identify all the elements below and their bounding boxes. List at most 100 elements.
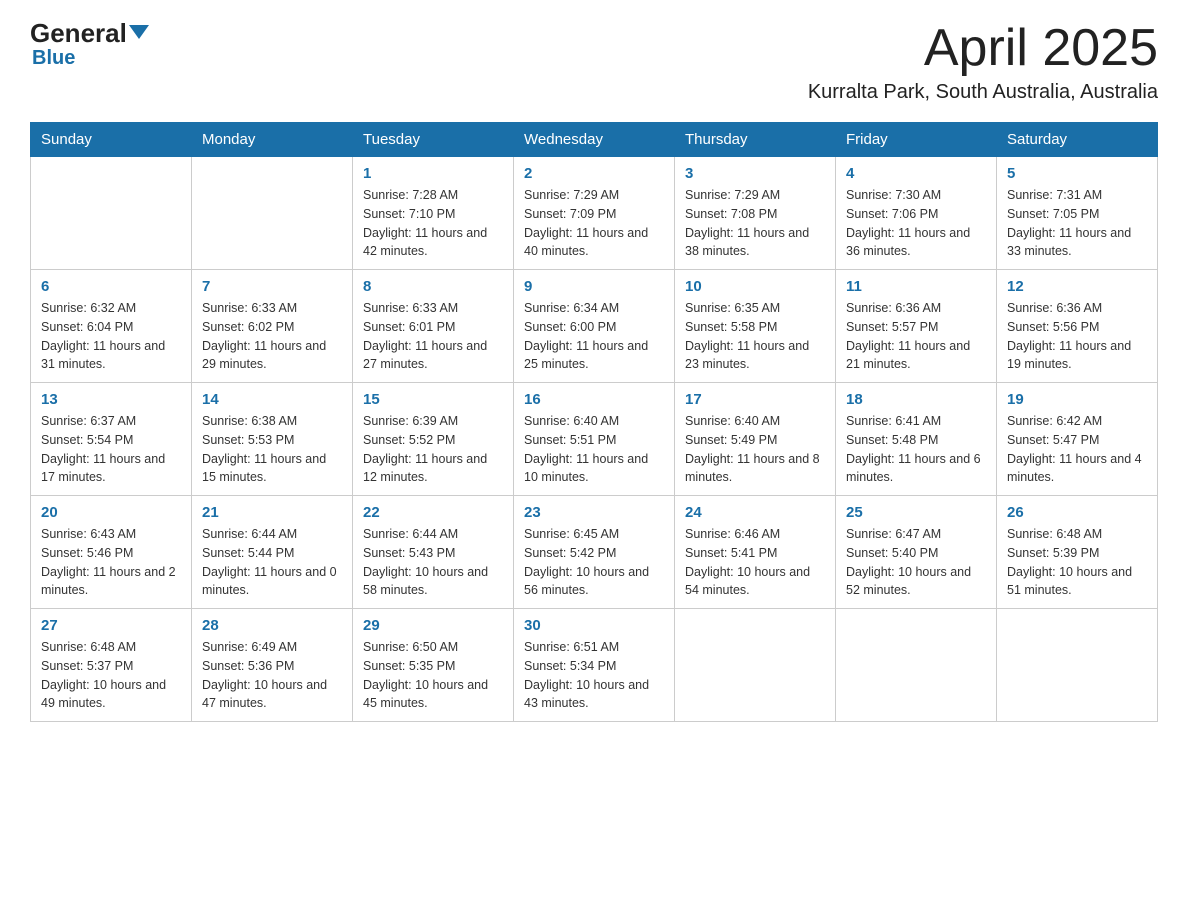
day-number: 4: [846, 165, 986, 182]
logo-text: General: [30, 18, 149, 48]
table-row: 29 Sunrise: 6:50 AMSunset: 5:35 PMDaylig…: [353, 609, 514, 722]
table-row: 19 Sunrise: 6:42 AMSunset: 5:47 PMDaylig…: [997, 383, 1158, 496]
table-row: 22 Sunrise: 6:44 AMSunset: 5:43 PMDaylig…: [353, 496, 514, 609]
day-info: Sunrise: 6:36 AMSunset: 5:56 PMDaylight:…: [1007, 301, 1131, 371]
day-number: 25: [846, 504, 986, 521]
day-number: 5: [1007, 165, 1147, 182]
day-info: Sunrise: 6:46 AMSunset: 5:41 PMDaylight:…: [685, 527, 810, 597]
day-number: 22: [363, 504, 503, 521]
day-info: Sunrise: 6:48 AMSunset: 5:37 PMDaylight:…: [41, 640, 166, 710]
col-thursday: Thursday: [675, 123, 836, 157]
day-number: 16: [524, 391, 664, 408]
day-number: 26: [1007, 504, 1147, 521]
calendar-week-row: 27 Sunrise: 6:48 AMSunset: 5:37 PMDaylig…: [31, 609, 1158, 722]
table-row: 21 Sunrise: 6:44 AMSunset: 5:44 PMDaylig…: [192, 496, 353, 609]
day-number: 9: [524, 278, 664, 295]
table-row: [997, 609, 1158, 722]
table-row: 15 Sunrise: 6:39 AMSunset: 5:52 PMDaylig…: [353, 383, 514, 496]
table-row: 3 Sunrise: 7:29 AMSunset: 7:08 PMDayligh…: [675, 157, 836, 270]
day-number: 21: [202, 504, 342, 521]
day-info: Sunrise: 6:40 AMSunset: 5:51 PMDaylight:…: [524, 414, 648, 484]
day-info: Sunrise: 6:36 AMSunset: 5:57 PMDaylight:…: [846, 301, 970, 371]
day-number: 14: [202, 391, 342, 408]
table-row: 28 Sunrise: 6:49 AMSunset: 5:36 PMDaylig…: [192, 609, 353, 722]
day-number: 17: [685, 391, 825, 408]
day-info: Sunrise: 6:44 AMSunset: 5:44 PMDaylight:…: [202, 527, 337, 597]
day-number: 27: [41, 617, 181, 634]
day-number: 2: [524, 165, 664, 182]
table-row: 12 Sunrise: 6:36 AMSunset: 5:56 PMDaylig…: [997, 270, 1158, 383]
day-number: 23: [524, 504, 664, 521]
day-number: 10: [685, 278, 825, 295]
day-info: Sunrise: 7:29 AMSunset: 7:08 PMDaylight:…: [685, 188, 809, 258]
calendar-week-row: 20 Sunrise: 6:43 AMSunset: 5:46 PMDaylig…: [31, 496, 1158, 609]
col-sunday: Sunday: [31, 123, 192, 157]
calendar-week-row: 1 Sunrise: 7:28 AMSunset: 7:10 PMDayligh…: [31, 157, 1158, 270]
table-row: 20 Sunrise: 6:43 AMSunset: 5:46 PMDaylig…: [31, 496, 192, 609]
day-info: Sunrise: 6:43 AMSunset: 5:46 PMDaylight:…: [41, 527, 176, 597]
day-number: 24: [685, 504, 825, 521]
day-info: Sunrise: 6:45 AMSunset: 5:42 PMDaylight:…: [524, 527, 649, 597]
day-info: Sunrise: 6:42 AMSunset: 5:47 PMDaylight:…: [1007, 414, 1142, 484]
day-info: Sunrise: 6:33 AMSunset: 6:02 PMDaylight:…: [202, 301, 326, 371]
day-info: Sunrise: 6:35 AMSunset: 5:58 PMDaylight:…: [685, 301, 809, 371]
table-row: 5 Sunrise: 7:31 AMSunset: 7:05 PMDayligh…: [997, 157, 1158, 270]
day-info: Sunrise: 6:51 AMSunset: 5:34 PMDaylight:…: [524, 640, 649, 710]
header-row: Sunday Monday Tuesday Wednesday Thursday…: [31, 123, 1158, 157]
logo-blue-text: Blue: [32, 47, 75, 70]
day-number: 29: [363, 617, 503, 634]
day-number: 18: [846, 391, 986, 408]
day-number: 13: [41, 391, 181, 408]
day-info: Sunrise: 7:28 AMSunset: 7:10 PMDaylight:…: [363, 188, 487, 258]
table-row: [192, 157, 353, 270]
table-row: 27 Sunrise: 6:48 AMSunset: 5:37 PMDaylig…: [31, 609, 192, 722]
table-row: 9 Sunrise: 6:34 AMSunset: 6:00 PMDayligh…: [514, 270, 675, 383]
table-row: 14 Sunrise: 6:38 AMSunset: 5:53 PMDaylig…: [192, 383, 353, 496]
table-row: 10 Sunrise: 6:35 AMSunset: 5:58 PMDaylig…: [675, 270, 836, 383]
table-row: 8 Sunrise: 6:33 AMSunset: 6:01 PMDayligh…: [353, 270, 514, 383]
table-row: 26 Sunrise: 6:48 AMSunset: 5:39 PMDaylig…: [997, 496, 1158, 609]
col-wednesday: Wednesday: [514, 123, 675, 157]
day-info: Sunrise: 6:39 AMSunset: 5:52 PMDaylight:…: [363, 414, 487, 484]
day-number: 8: [363, 278, 503, 295]
table-row: 6 Sunrise: 6:32 AMSunset: 6:04 PMDayligh…: [31, 270, 192, 383]
day-info: Sunrise: 6:34 AMSunset: 6:00 PMDaylight:…: [524, 301, 648, 371]
day-info: Sunrise: 6:32 AMSunset: 6:04 PMDaylight:…: [41, 301, 165, 371]
col-friday: Friday: [836, 123, 997, 157]
month-year-title: April 2025: [808, 20, 1158, 77]
day-info: Sunrise: 7:30 AMSunset: 7:06 PMDaylight:…: [846, 188, 970, 258]
table-row: 17 Sunrise: 6:40 AMSunset: 5:49 PMDaylig…: [675, 383, 836, 496]
day-info: Sunrise: 7:29 AMSunset: 7:09 PMDaylight:…: [524, 188, 648, 258]
day-info: Sunrise: 6:47 AMSunset: 5:40 PMDaylight:…: [846, 527, 971, 597]
table-row: 25 Sunrise: 6:47 AMSunset: 5:40 PMDaylig…: [836, 496, 997, 609]
header: General Blue April 2025 Kurralta Park, S…: [30, 20, 1158, 104]
day-info: Sunrise: 6:44 AMSunset: 5:43 PMDaylight:…: [363, 527, 488, 597]
logo: General: [30, 20, 149, 47]
day-number: 1: [363, 165, 503, 182]
day-info: Sunrise: 6:38 AMSunset: 5:53 PMDaylight:…: [202, 414, 326, 484]
day-number: 3: [685, 165, 825, 182]
col-tuesday: Tuesday: [353, 123, 514, 157]
day-number: 11: [846, 278, 986, 295]
table-row: 4 Sunrise: 7:30 AMSunset: 7:06 PMDayligh…: [836, 157, 997, 270]
day-info: Sunrise: 7:31 AMSunset: 7:05 PMDaylight:…: [1007, 188, 1131, 258]
table-row: [31, 157, 192, 270]
day-info: Sunrise: 6:49 AMSunset: 5:36 PMDaylight:…: [202, 640, 327, 710]
day-info: Sunrise: 6:48 AMSunset: 5:39 PMDaylight:…: [1007, 527, 1132, 597]
calendar-table: Sunday Monday Tuesday Wednesday Thursday…: [30, 122, 1158, 722]
table-row: 7 Sunrise: 6:33 AMSunset: 6:02 PMDayligh…: [192, 270, 353, 383]
day-number: 6: [41, 278, 181, 295]
calendar-week-row: 13 Sunrise: 6:37 AMSunset: 5:54 PMDaylig…: [31, 383, 1158, 496]
day-number: 12: [1007, 278, 1147, 295]
location-title: Kurralta Park, South Australia, Australi…: [808, 81, 1158, 104]
day-number: 7: [202, 278, 342, 295]
day-number: 20: [41, 504, 181, 521]
day-info: Sunrise: 6:41 AMSunset: 5:48 PMDaylight:…: [846, 414, 981, 484]
col-saturday: Saturday: [997, 123, 1158, 157]
table-row: 23 Sunrise: 6:45 AMSunset: 5:42 PMDaylig…: [514, 496, 675, 609]
day-number: 30: [524, 617, 664, 634]
day-info: Sunrise: 6:37 AMSunset: 5:54 PMDaylight:…: [41, 414, 165, 484]
day-number: 15: [363, 391, 503, 408]
table-row: 11 Sunrise: 6:36 AMSunset: 5:57 PMDaylig…: [836, 270, 997, 383]
day-number: 28: [202, 617, 342, 634]
